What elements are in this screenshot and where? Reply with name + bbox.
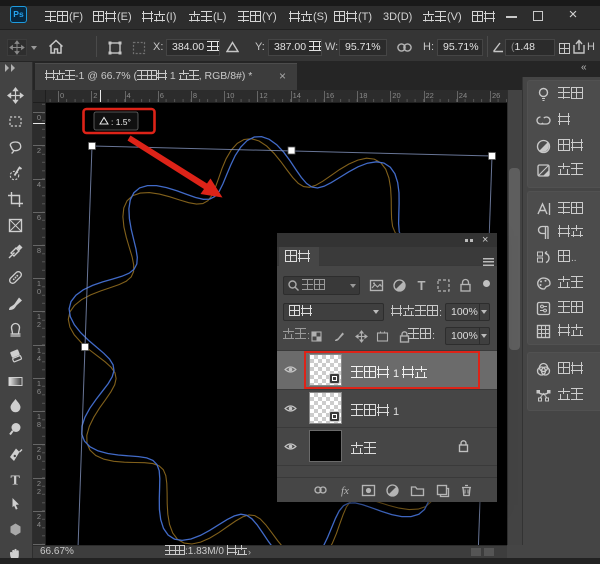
svg-text:T: T <box>11 474 21 489</box>
svg-text:fx: fx <box>341 485 349 497</box>
svg-text:: 1.5°: : 1.5° <box>111 117 131 127</box>
